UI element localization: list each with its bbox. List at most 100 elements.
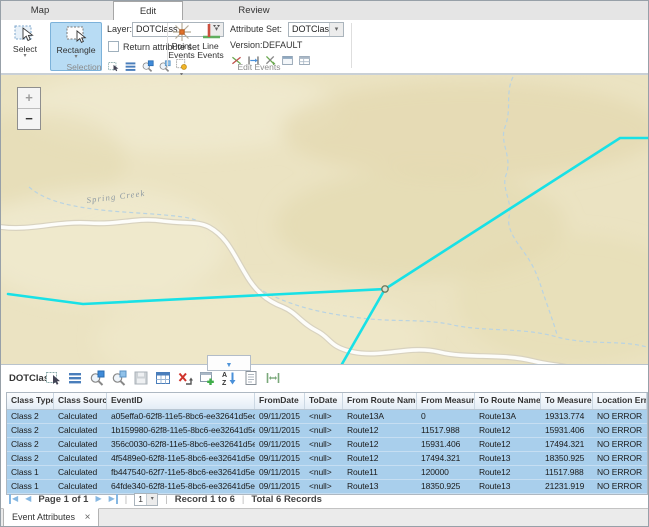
event-attributes-panel: DOTClass bbox=[1, 364, 649, 508]
column-header-todate[interactable]: ToDate bbox=[305, 393, 343, 409]
column-header-eventid[interactable]: EventID bbox=[107, 393, 255, 409]
pan-to-selection-icon[interactable] bbox=[111, 370, 127, 386]
table-cell: Route13 bbox=[475, 480, 541, 493]
attribute-set-dropdown[interactable]: DOTClass ▾ bbox=[288, 22, 344, 37]
point-events-label: Point Events bbox=[168, 42, 195, 60]
map-zoom-control: + − bbox=[17, 87, 41, 130]
tab-map[interactable]: Map bbox=[7, 3, 73, 19]
separator: | bbox=[125, 494, 127, 505]
chevron-down-icon[interactable]: ▾ bbox=[4, 54, 46, 58]
column-header-from-route-name[interactable]: From Route Name bbox=[343, 393, 417, 409]
table-cell: Calculated bbox=[54, 410, 107, 423]
table-cell: NO ERROR bbox=[593, 410, 647, 423]
table-cell: 15931.406 bbox=[541, 424, 593, 437]
page-number-dropdown[interactable]: 1 ▾ bbox=[134, 493, 158, 506]
column-header-class-source[interactable]: Class Source bbox=[54, 393, 107, 409]
page-number-value: 1 bbox=[138, 494, 143, 504]
fit-columns-icon[interactable] bbox=[265, 370, 281, 386]
table-cell: Class 2 bbox=[7, 424, 54, 437]
column-header-to-measure[interactable]: To Measure bbox=[541, 393, 593, 409]
pagination-bar: ◀ ◀ Page 1 of 1 ▶ ▶ | 1 ▾ | Record 1 to … bbox=[9, 492, 322, 506]
column-header-class-type[interactable]: Class Type bbox=[7, 393, 54, 409]
attribute-set-dropdown-value: DOTClass bbox=[292, 24, 329, 34]
separator: | bbox=[242, 494, 244, 505]
table-row[interactable]: Class 2Calculated4f5489e0-62f8-11e5-8bc6… bbox=[7, 452, 647, 466]
table-row[interactable]: Class 2Calculated1b159980-62f8-11e5-8bc6… bbox=[7, 424, 647, 438]
attribute-set-label: Attribute Set: bbox=[230, 24, 282, 34]
table-cell: NO ERROR bbox=[593, 452, 647, 465]
column-header-fromdate[interactable]: FromDate bbox=[255, 393, 305, 409]
selection-menu-icon[interactable] bbox=[67, 370, 83, 386]
table-cell: 4f5489e0-62f8-11e5-8bc6-ee32641d5ec9 bbox=[107, 452, 255, 465]
table-cell: 21231.919 bbox=[541, 480, 593, 493]
table-cell: Class 2 bbox=[7, 410, 54, 423]
save-icon[interactable] bbox=[133, 370, 149, 386]
tab-review[interactable]: Review bbox=[215, 3, 293, 19]
record-range-text: Record 1 to 6 bbox=[175, 494, 235, 505]
table-cell: Calculated bbox=[54, 452, 107, 465]
sort-icon[interactable]: A Z bbox=[221, 370, 237, 386]
table-cell: 19313.774 bbox=[541, 410, 593, 423]
table-cell: Calculated bbox=[54, 438, 107, 451]
zoom-in-button[interactable]: + bbox=[18, 88, 40, 109]
table-cell: Route12 bbox=[475, 466, 541, 479]
table-cell: 15931.406 bbox=[417, 438, 475, 451]
table-cell: Calculated bbox=[54, 466, 107, 479]
table-row[interactable]: Class 2Calculated356c0030-62f8-11e5-8bc6… bbox=[7, 438, 647, 452]
route-junction-marker[interactable] bbox=[382, 286, 388, 292]
panel-collapse-tab[interactable]: ▼ bbox=[207, 355, 251, 371]
close-icon[interactable]: × bbox=[85, 512, 91, 523]
clear-selection-icon[interactable] bbox=[177, 370, 193, 386]
last-page-button[interactable]: ▶ bbox=[109, 494, 118, 504]
table-cell: <null> bbox=[305, 452, 343, 465]
table-cell: a05effa0-62f8-11e5-8bc6-ee32641d5ec9 bbox=[107, 410, 255, 423]
next-page-button[interactable]: ▶ bbox=[95, 494, 101, 504]
zoom-to-selection-icon[interactable] bbox=[89, 370, 105, 386]
table-cell: 11517.988 bbox=[541, 466, 593, 479]
panel-toolbar: DOTClass bbox=[1, 369, 649, 390]
bottom-tab-bar: Event Attributes × bbox=[1, 508, 648, 527]
table-cell: Route12 bbox=[475, 438, 541, 451]
version-label: Version:DEFAULT bbox=[230, 40, 302, 50]
edit-events-group-label: Edit Events bbox=[167, 62, 351, 72]
table-cell: Route13 bbox=[343, 480, 417, 493]
zoom-out-button[interactable]: − bbox=[18, 109, 40, 129]
table-cell: NO ERROR bbox=[593, 466, 647, 479]
line-events-icon bbox=[200, 22, 222, 42]
table-cell: NO ERROR bbox=[593, 480, 647, 493]
chevron-down-icon[interactable]: ▾ bbox=[51, 55, 101, 59]
tab-event-attributes[interactable]: Event Attributes × bbox=[3, 508, 99, 527]
table-header-row: Class TypeClass SourceEventIDFromDateToD… bbox=[7, 393, 647, 410]
table-cell: 09/11/2015 bbox=[255, 424, 305, 437]
events-table: Class TypeClass SourceEventIDFromDateToD… bbox=[6, 392, 648, 495]
collapse-arrow-icon: ▼ bbox=[226, 362, 233, 369]
select-events-icon[interactable] bbox=[45, 370, 61, 386]
table-row[interactable]: Class 1Calculatedfb447540-62f7-11e5-8bc6… bbox=[7, 466, 647, 480]
ribbon: Select ▾ Rectangle ▾ Layer: DOTClass ▾ R… bbox=[1, 20, 648, 75]
chevron-down-icon[interactable]: ▾ bbox=[329, 23, 343, 36]
return-attribute-set-checkbox[interactable] bbox=[108, 41, 119, 52]
table-cell: Class 1 bbox=[7, 466, 54, 479]
table-cell: 09/11/2015 bbox=[255, 410, 305, 423]
page-indicator: Page 1 of 1 bbox=[38, 494, 88, 505]
column-header-to-route-name[interactable]: To Route Name bbox=[475, 393, 541, 409]
table-cell: 09/11/2015 bbox=[255, 438, 305, 451]
table-cell: 11517.988 bbox=[417, 424, 475, 437]
table-cell: Calculated bbox=[54, 424, 107, 437]
total-records-text: Total 6 Records bbox=[251, 494, 322, 505]
previous-page-button[interactable]: ◀ bbox=[25, 494, 31, 504]
column-header-location-error[interactable]: Location Error bbox=[593, 393, 647, 409]
table-cell: fb447540-62f7-11e5-8bc6-ee32641d5ec9 bbox=[107, 466, 255, 479]
first-page-button[interactable]: ◀ bbox=[9, 494, 18, 504]
svg-text:A: A bbox=[222, 372, 227, 379]
table-row[interactable]: Class 2Calculateda05effa0-62f8-11e5-8bc6… bbox=[7, 410, 647, 424]
switch-to-table-icon[interactable] bbox=[155, 370, 171, 386]
add-record-icon[interactable] bbox=[199, 370, 215, 386]
tab-edit[interactable]: Edit bbox=[113, 1, 183, 21]
table-cell: 17494.321 bbox=[417, 452, 475, 465]
attributes-form-icon[interactable] bbox=[243, 370, 259, 386]
selection-group-label: Selection bbox=[1, 62, 167, 72]
map-view[interactable]: Spring Creek + − bbox=[1, 75, 649, 364]
column-header-from-measure[interactable]: From Measure bbox=[417, 393, 475, 409]
svg-text:Z: Z bbox=[222, 380, 227, 386]
